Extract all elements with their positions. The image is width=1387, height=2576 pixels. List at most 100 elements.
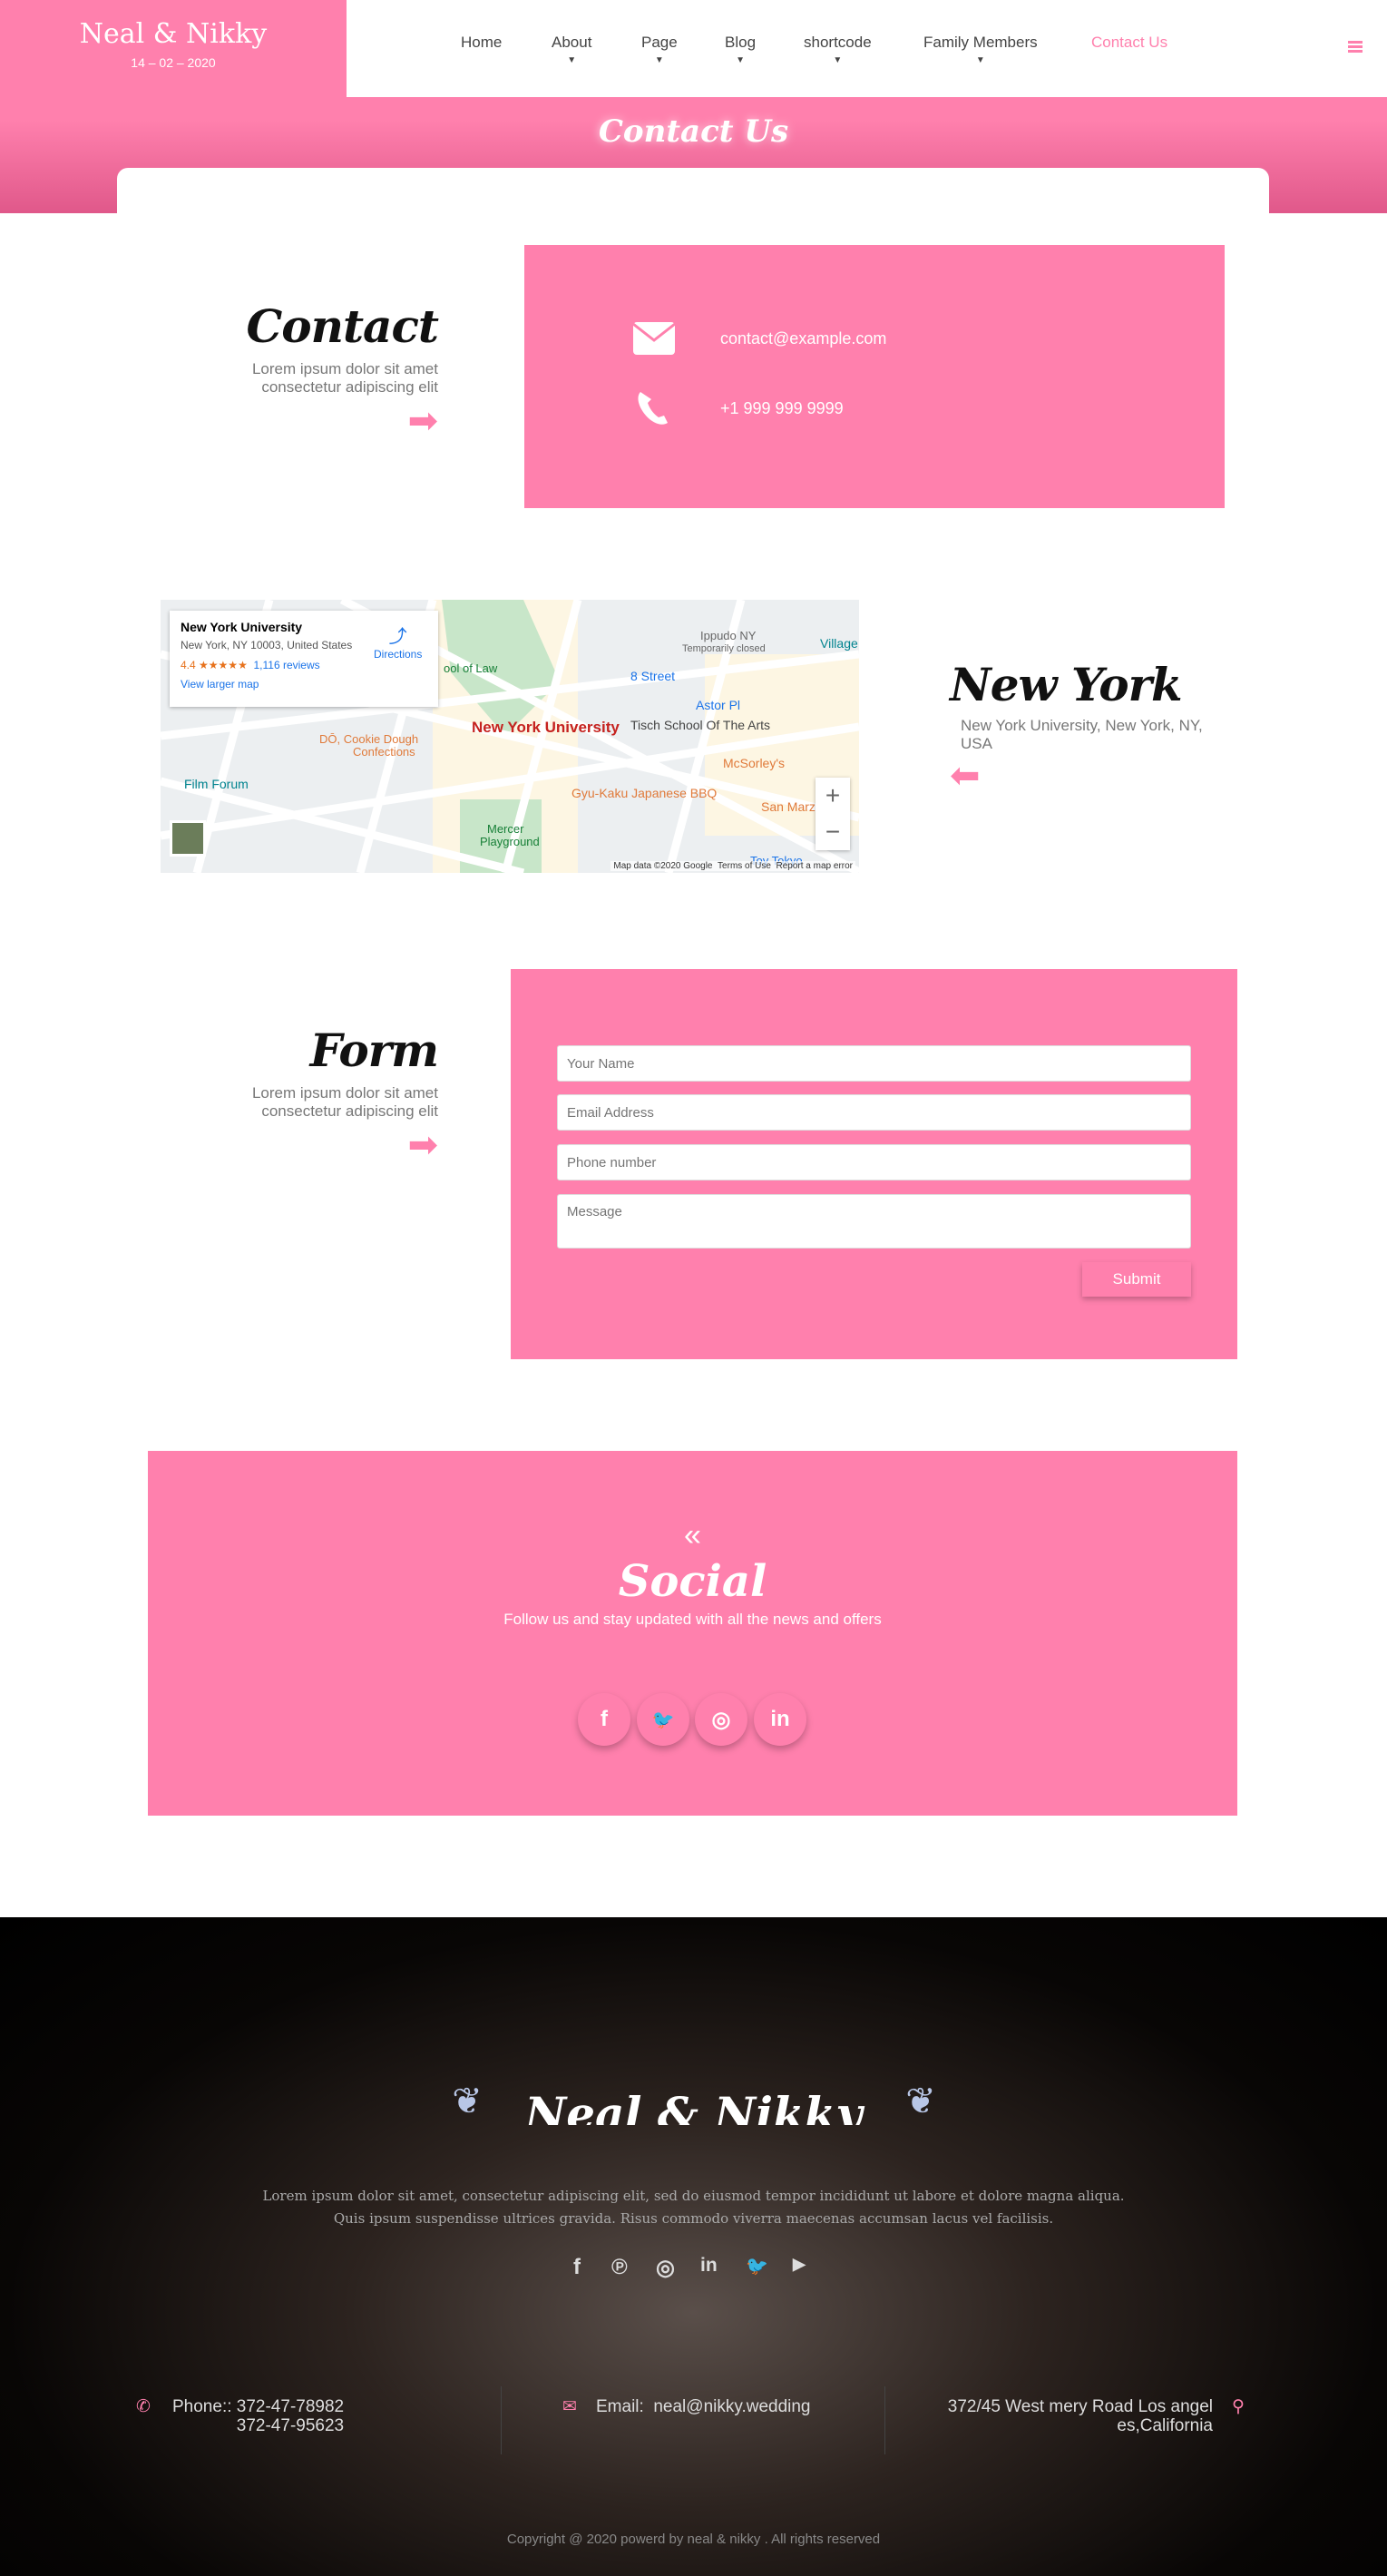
email-label: Email: xyxy=(596,2397,644,2416)
form-heading-block: Form Lorem ipsum dolor sit amet consecte… xyxy=(163,1024,439,1165)
twitter-button[interactable]: 🐦 xyxy=(637,1693,689,1746)
map-reviews-link[interactable]: 1,116 reviews xyxy=(254,659,320,671)
phone-icon: ✆ xyxy=(136,2397,151,2416)
map-label: Confections xyxy=(353,745,415,759)
nav-page[interactable]: Page ▼ xyxy=(641,34,678,66)
message-textarea[interactable] xyxy=(557,1194,1191,1249)
email-link[interactable]: neal@nikky.wedding xyxy=(653,2397,810,2416)
location-block: New York New York University, New York, … xyxy=(950,658,1222,796)
instagram-icon[interactable]: ◎ xyxy=(656,2255,675,2281)
divider xyxy=(501,2386,502,2454)
submit-button[interactable]: Submit xyxy=(1082,1262,1191,1297)
directions-button[interactable]: ⤴ Directions xyxy=(374,622,422,661)
brand-title: Neal & Nikky xyxy=(79,18,268,50)
brand-date: 14 – 02 – 2020 xyxy=(131,55,216,70)
arrow-left-icon: ⬅ xyxy=(950,756,981,796)
footer-text: Lorem ipsum dolor sit amet, consectetur … xyxy=(0,2185,1387,2230)
caret-down-icon: ▼ xyxy=(567,55,577,65)
zoom-out-button[interactable]: − xyxy=(816,814,850,850)
nav-about[interactable]: About ▼ xyxy=(552,34,591,66)
contact-title: Contact xyxy=(246,299,439,353)
nav-label: Page xyxy=(641,34,678,51)
facebook-button[interactable]: f xyxy=(578,1693,630,1746)
nav-contact-us[interactable]: Contact Us xyxy=(1091,34,1167,52)
map-label-nyu: New York University xyxy=(472,719,620,736)
phone-text: +1 999 999 9999 xyxy=(720,398,844,417)
report-link[interactable]: Report a map error xyxy=(777,861,853,871)
instagram-icon: ◎ xyxy=(711,1707,731,1732)
view-larger-map-link[interactable]: View larger map xyxy=(181,678,427,691)
nav-blog[interactable]: Blog ▼ xyxy=(725,34,756,66)
hamburger-icon[interactable] xyxy=(1348,41,1363,53)
twitter-icon[interactable]: 🐦 xyxy=(746,2255,768,2277)
contact-subtitle: consectetur adipiscing elit xyxy=(261,378,438,396)
address-line: 372/45 West mery Road Los angel xyxy=(947,2397,1213,2416)
nav-home[interactable]: Home xyxy=(461,34,502,52)
main-nav: Home About ▼ Page ▼ Blog ▼ shortcode ▼ Famil… xyxy=(347,0,1387,97)
twitter-icon: 🐦 xyxy=(651,1709,675,1730)
map-label: Film Forum xyxy=(184,777,249,791)
map-label: Mercer xyxy=(487,822,524,836)
star-icons: ★★★★★ xyxy=(199,659,248,671)
terms-link[interactable]: Terms of Use xyxy=(718,861,771,871)
email-input[interactable] xyxy=(557,1094,1191,1131)
map-label: DŌ, Cookie Dough xyxy=(319,732,419,746)
attribution-text: Map data ©2020 Google xyxy=(613,861,713,871)
instagram-button[interactable]: ◎ xyxy=(695,1693,747,1746)
nav-label: About xyxy=(552,34,592,51)
location-title: New York xyxy=(950,658,1183,711)
content-card xyxy=(117,168,1269,222)
youtube-icon[interactable]: ▶ xyxy=(793,2255,806,2274)
contact-info-box: contact@example.com +1 999 999 9999 xyxy=(524,245,1225,508)
nav-shortcode[interactable]: shortcode ▼ xyxy=(804,34,872,66)
footer-text-line: Quis ipsum suspendisse ultrices gravida.… xyxy=(333,2210,1054,2227)
facebook-icon[interactable]: f xyxy=(573,2255,581,2280)
name-input[interactable] xyxy=(557,1045,1191,1082)
contact-email[interactable]: contact@example.com xyxy=(633,322,886,355)
phone-number: 372-47-78982 xyxy=(236,2397,345,2416)
phone-number: 372-47-95623 xyxy=(236,2416,345,2435)
phone-input[interactable] xyxy=(557,1144,1191,1180)
form-title: Form xyxy=(309,1024,439,1077)
nav-label: shortcode xyxy=(804,34,872,51)
map-label: McSorley's xyxy=(723,756,786,770)
page-title: Contact Us xyxy=(598,113,789,150)
linkedin-button[interactable]: in xyxy=(754,1693,806,1746)
double-chevron-left-icon: « xyxy=(684,1518,701,1552)
contact-form: Submit xyxy=(511,969,1237,1359)
linkedin-icon[interactable]: in xyxy=(700,2255,718,2277)
footer-phone: Phone:: 372-47-78982 372-47-95623 xyxy=(172,2397,344,2435)
caret-down-icon: ▼ xyxy=(654,55,664,65)
facebook-icon: f xyxy=(601,1707,608,1731)
brand-logo[interactable]: Neal & Nikky 14 – 02 – 2020 xyxy=(0,0,347,97)
map-label: Village xyxy=(820,636,858,651)
map-info-card: New York University New York, NY 10003, … xyxy=(170,611,438,707)
map-label: Tisch School Of The Arts xyxy=(630,718,771,732)
nav-label: Home xyxy=(461,34,503,51)
contact-heading-block: Contact Lorem ipsum dolor sit amet conse… xyxy=(163,299,439,441)
arrow-right-icon: ➡ xyxy=(407,1125,438,1165)
pinterest-icon[interactable]: ℗ xyxy=(611,2255,628,2280)
address-line: es,California xyxy=(1117,2416,1213,2435)
satellite-toggle[interactable] xyxy=(170,820,206,857)
nav-label: Family Members xyxy=(923,34,1038,51)
footer-email: Email: neal@nikky.wedding xyxy=(596,2397,811,2416)
caret-down-icon: ▼ xyxy=(975,55,985,65)
google-map[interactable]: New York University Tisch School Of The … xyxy=(161,600,859,873)
map-label: Astor Pl xyxy=(696,698,741,712)
contact-phone[interactable]: +1 999 999 9999 xyxy=(633,390,844,426)
footer-title: Neal & Nikky xyxy=(524,2087,863,2125)
footer-text-line: Lorem ipsum dolor sit amet, consectetur … xyxy=(262,2188,1125,2204)
arrow-right-icon: ➡ xyxy=(407,401,438,441)
nav-label: Blog xyxy=(725,34,757,51)
social-subtitle: Follow us and stay updated with all the … xyxy=(503,1611,882,1628)
map-label: Gyu-Kaku Japanese BBQ xyxy=(571,786,718,800)
map-label: San Marz xyxy=(761,799,816,814)
email-text: contact@example.com xyxy=(720,328,887,348)
phone-icon xyxy=(638,392,668,425)
zoom-in-button[interactable]: + xyxy=(816,778,850,814)
form-subtitle: consectetur adipiscing elit xyxy=(261,1102,438,1120)
form-subtitle: Lorem ipsum dolor sit amet xyxy=(251,1084,438,1102)
nav-family-members[interactable]: Family Members ▼ xyxy=(923,34,1038,66)
caret-down-icon: ▼ xyxy=(833,55,843,65)
